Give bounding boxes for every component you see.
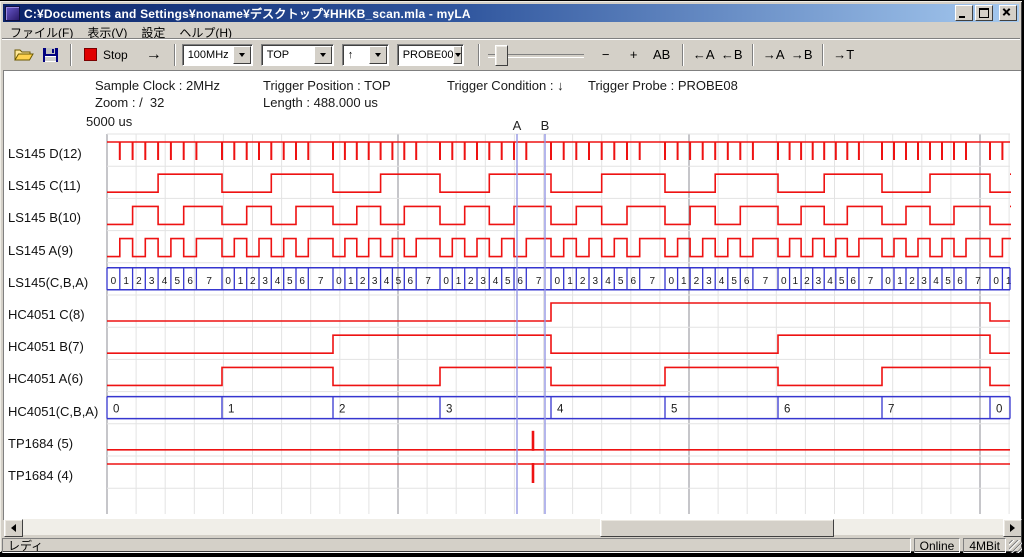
menu-settings[interactable]: 設定 — [135, 23, 173, 38]
maximize-icon — [979, 8, 989, 18]
timeline-label: 5000 us — [86, 114, 132, 129]
sample-clock-value: 100MHz — [188, 49, 233, 61]
horizontal-scrollbar[interactable] — [4, 519, 1020, 535]
run-button[interactable]: → — [140, 43, 168, 67]
channel-label[interactable]: LS145 A(9) — [8, 243, 73, 258]
status-bar: レディ Online 4MBit — [2, 537, 1022, 553]
dropdown-arrow-icon[interactable] — [369, 46, 387, 64]
close-button[interactable] — [999, 5, 1017, 21]
info-length: Length : 488.000 us — [263, 95, 378, 110]
stop-square-icon — [84, 48, 97, 61]
channel-label[interactable]: HC4051 A(6) — [8, 371, 83, 386]
trigger-probe-combo[interactable]: PROBE00 — [397, 44, 464, 66]
trigger-position-combo[interactable]: TOP — [261, 44, 334, 66]
trigger-edge-combo[interactable]: ↑ — [342, 44, 389, 66]
zoom-slider-thumb[interactable] — [495, 45, 508, 66]
channel-label[interactable]: LS145 C(11) — [8, 178, 81, 193]
zoom-out-button[interactable]: − — [592, 44, 620, 66]
waveform-client-area — [3, 70, 1021, 520]
channel-label[interactable]: LS145(C,B,A) — [8, 275, 88, 290]
open-file-button[interactable] — [12, 43, 36, 67]
info-zoom: Zoom : / 32 — [95, 95, 164, 110]
channel-label[interactable]: TP1684 (4) — [8, 468, 73, 483]
scroll-right-button[interactable] — [1003, 519, 1022, 537]
title-bar[interactable]: C:¥Documents and Settings¥noname¥デスクトップ¥… — [3, 4, 1019, 22]
status-memory: 4MBit — [963, 538, 1006, 553]
status-online: Online — [914, 538, 961, 553]
trigger-probe-value: PROBE00 — [403, 49, 454, 61]
channel-label[interactable]: LS145 D(12) — [8, 146, 82, 161]
stop-label: Stop — [103, 48, 128, 62]
jump-left-to-a-button[interactable]: ←A — [690, 44, 718, 66]
dropdown-arrow-icon[interactable] — [233, 46, 251, 64]
info-trigger-probe: Trigger Probe : PROBE08 — [588, 78, 738, 93]
open-file-icon — [14, 47, 34, 63]
app-window: 0123456701234567012345670123456701234567… — [0, 1, 1022, 552]
jump-right-to-b-button[interactable]: →B — [788, 44, 816, 66]
menu-bar: ファイル(F)表示(V)設定ヘルプ(H) — [4, 23, 240, 38]
menu-view[interactable]: 表示(V) — [81, 23, 135, 38]
app-icon[interactable] — [5, 6, 20, 21]
channel-label[interactable]: LS145 B(10) — [8, 210, 81, 225]
scroll-right-arrow-icon — [1010, 524, 1015, 532]
channel-label[interactable]: HC4051 B(7) — [8, 339, 84, 354]
jump-right-to-a-button[interactable]: →A — [760, 44, 788, 66]
trigger-edge-value: ↑ — [348, 49, 369, 61]
minimize-icon — [959, 16, 965, 18]
trigger-position-value: TOP — [267, 49, 314, 61]
menu-file[interactable]: ファイル(F) — [4, 23, 81, 38]
channel-label[interactable]: TP1684 (5) — [8, 436, 73, 451]
save-icon — [42, 47, 59, 63]
run-arrow-icon: → — [146, 46, 162, 64]
jump-left-to-b-button[interactable]: ←B — [718, 44, 746, 66]
channel-label[interactable]: HC4051(C,B,A) — [8, 404, 98, 419]
channel-label[interactable]: HC4051 C(8) — [8, 307, 85, 322]
save-file-button[interactable] — [38, 43, 62, 67]
minimize-button[interactable] — [955, 5, 973, 21]
info-trigger-position: Trigger Position : TOP — [263, 78, 391, 93]
stop-button[interactable]: Stop — [78, 43, 136, 67]
jump-to-trigger-button[interactable]: →T — [830, 44, 858, 66]
toolbar: Stop → 100MHz TOP ↑ PROBE00 −+AB ←A←B →A→B… — [4, 40, 1024, 69]
info-trigger-condition: Trigger Condition : ↓ — [447, 78, 564, 93]
zoom-slider[interactable] — [488, 44, 584, 66]
scrollbar-thumb[interactable] — [600, 519, 834, 537]
dropdown-arrow-icon[interactable] — [314, 46, 332, 64]
window-title: C:¥Documents and Settings¥noname¥デスクトップ¥… — [24, 5, 471, 22]
maximize-button[interactable] — [975, 5, 993, 21]
sample-clock-combo[interactable]: 100MHz — [182, 44, 253, 66]
scroll-left-button[interactable] — [4, 519, 23, 537]
menu-help[interactable]: ヘルプ(H) — [173, 23, 240, 38]
zoom-in-button[interactable]: + — [620, 44, 648, 66]
ab-cursors-button[interactable]: AB — [648, 44, 676, 66]
status-ready: レディ — [2, 538, 911, 553]
info-sample-clock: Sample Clock : 2MHz — [95, 78, 220, 93]
resize-grip-icon[interactable] — [1009, 540, 1022, 553]
dropdown-arrow-icon[interactable] — [453, 46, 461, 64]
scroll-left-arrow-icon — [11, 524, 16, 532]
